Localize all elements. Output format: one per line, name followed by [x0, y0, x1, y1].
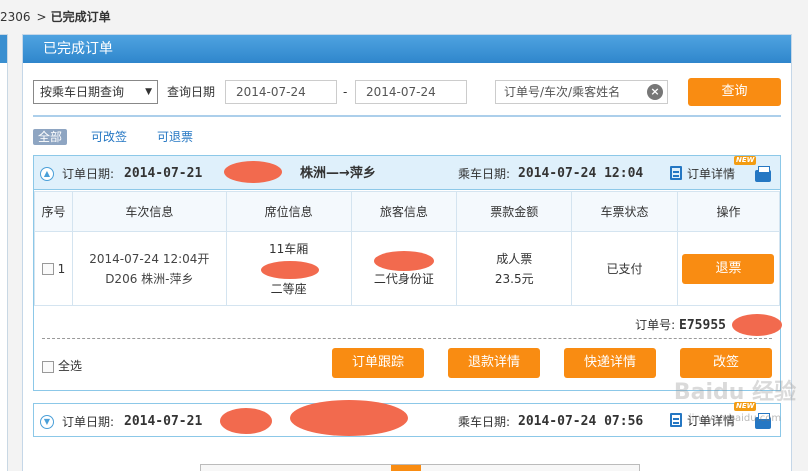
order-date-label: 订单日期:: [62, 415, 115, 429]
redaction-mark: [224, 161, 282, 183]
train-number-route: D206 株洲-萍乡: [105, 271, 194, 286]
passenger-id-type: 二代身份证: [373, 271, 434, 286]
select-all-checkbox[interactable]: [42, 360, 54, 373]
travel-date-label: 乘车日期:: [458, 167, 511, 181]
status-cell: 已支付: [571, 231, 678, 306]
select-all[interactable]: 全选: [42, 358, 82, 374]
order-date: 2014-07-21: [124, 166, 203, 181]
order-number-value: E75955: [679, 318, 726, 333]
search-divider: [33, 115, 781, 117]
fare-type: 成人票: [496, 251, 533, 266]
order-header: ▲ 订单日期: 2014-07-21 株洲—→萍乡 乘车日期: 2014-07-…: [34, 156, 780, 190]
watermark-main: Baidu 经验: [673, 380, 797, 405]
redaction-mark: [260, 260, 319, 279]
col-seat: 席位信息: [225, 191, 352, 232]
breadcrumb: 2306 > 已完成订单: [0, 8, 111, 26]
col-action: 操作: [676, 191, 781, 232]
current-page-indicator[interactable]: [391, 465, 421, 471]
breadcrumb-current: 已完成订单: [50, 10, 111, 24]
redaction-mark: [732, 314, 782, 336]
order-card: ▲ 订单日期: 2014-07-21 株洲—→萍乡 乘车日期: 2014-07-…: [33, 155, 782, 391]
dashed-divider: [42, 338, 772, 339]
order-number-label: 订单号:: [635, 318, 676, 332]
query-button[interactable]: 查询: [688, 78, 781, 106]
refund-button[interactable]: 退票: [682, 253, 775, 284]
date-label: 查询日期: [167, 85, 216, 99]
breadcrumb-prefix[interactable]: 2306: [0, 10, 31, 24]
col-status: 车票状态: [571, 191, 678, 232]
col-index: 序号: [34, 191, 73, 232]
change-ticket-button[interactable]: 改签: [680, 348, 772, 378]
panel-title: 已完成订单: [23, 35, 791, 63]
fare-amount: 23.5元: [494, 271, 534, 286]
redaction-mark: [290, 400, 408, 436]
filter-refundable[interactable]: 可退票: [157, 129, 193, 145]
train-departure: 2014-07-24 12:04开: [89, 251, 210, 266]
fare-cell: 成人票 23.5元: [456, 231, 573, 306]
ticket-table: 序号 车次信息 席位信息 旅客信息 票款金额 车票状态 操作 1 2014-07…: [34, 191, 781, 306]
seat-info-cell: 11车厢 二等座: [225, 231, 352, 306]
redaction-mark: [373, 250, 434, 271]
select-all-label: 全选: [58, 359, 83, 373]
action-cell: 退票: [676, 231, 781, 306]
train-info-cell: 2014-07-24 12:04开 D206 株洲-萍乡: [71, 231, 227, 306]
left-sidebar-edge: [0, 34, 8, 471]
ticket-table-header: 序号 车次信息 席位信息 旅客信息 票款金额 车票状态 操作: [34, 191, 781, 232]
col-passenger: 旅客信息: [350, 191, 458, 232]
travel-datetime: 2014-07-24 07:56: [518, 414, 644, 429]
query-type-value: 按乘车日期查询: [40, 85, 125, 99]
seat-car: 11车厢: [268, 241, 309, 256]
date-to-input[interactable]: 2014-07-24: [355, 80, 467, 104]
delivery-details-button[interactable]: 快递详情: [564, 348, 656, 378]
watermark: Baidu 经验 jingyan.baidu.com: [660, 380, 808, 470]
order-route: 株洲—→萍乡: [300, 166, 376, 181]
order-date-label: 订单日期:: [62, 167, 115, 181]
chevron-down-icon[interactable]: ▼: [40, 415, 54, 429]
table-row: 1 2014-07-24 12:04开 D206 株洲-萍乡 11车厢 二等座 …: [34, 231, 781, 306]
dropdown-caret-icon: ▼: [145, 87, 152, 97]
row-checkbox[interactable]: [41, 263, 54, 275]
passenger-info-cell: 二代身份证: [350, 231, 458, 306]
keyword-placeholder: 订单号/车次/乘客姓名: [504, 85, 621, 99]
filter-changeable[interactable]: 可改签: [91, 129, 127, 145]
order-date: 2014-07-21: [124, 414, 203, 429]
row-index: 1: [57, 261, 66, 276]
seat-class: 二等座: [270, 281, 307, 296]
order-detail-link[interactable]: 订单详情: [687, 166, 735, 182]
watermark-sub: jingyan.baidu.com: [688, 413, 782, 424]
date-from-input[interactable]: 2014-07-24: [225, 80, 337, 104]
pagination-bar[interactable]: [200, 464, 640, 471]
date-range-dash: -: [343, 85, 348, 99]
breadcrumb-separator: >: [36, 10, 47, 24]
clear-icon[interactable]: ×: [647, 84, 663, 100]
chevron-up-icon[interactable]: ▲: [40, 167, 54, 181]
new-badge: NEW: [734, 156, 757, 165]
travel-datetime: 2014-07-24 12:04: [518, 166, 644, 181]
col-fare: 票款金额: [456, 191, 573, 232]
keyword-search-input[interactable]: 订单号/车次/乘客姓名 ×: [495, 80, 668, 104]
redaction-mark: [220, 408, 272, 434]
printer-icon[interactable]: [755, 166, 771, 182]
row-index-cell: 1: [34, 231, 73, 306]
travel-date-label: 乘车日期:: [458, 415, 511, 429]
col-train: 车次信息: [71, 191, 227, 232]
query-type-select[interactable]: 按乘车日期查询 ▼: [33, 80, 158, 104]
order-tracking-button[interactable]: 订单跟踪: [332, 348, 424, 378]
filter-all[interactable]: 全部: [33, 129, 67, 145]
document-icon[interactable]: [670, 166, 682, 180]
refund-details-button[interactable]: 退款详情: [448, 348, 540, 378]
